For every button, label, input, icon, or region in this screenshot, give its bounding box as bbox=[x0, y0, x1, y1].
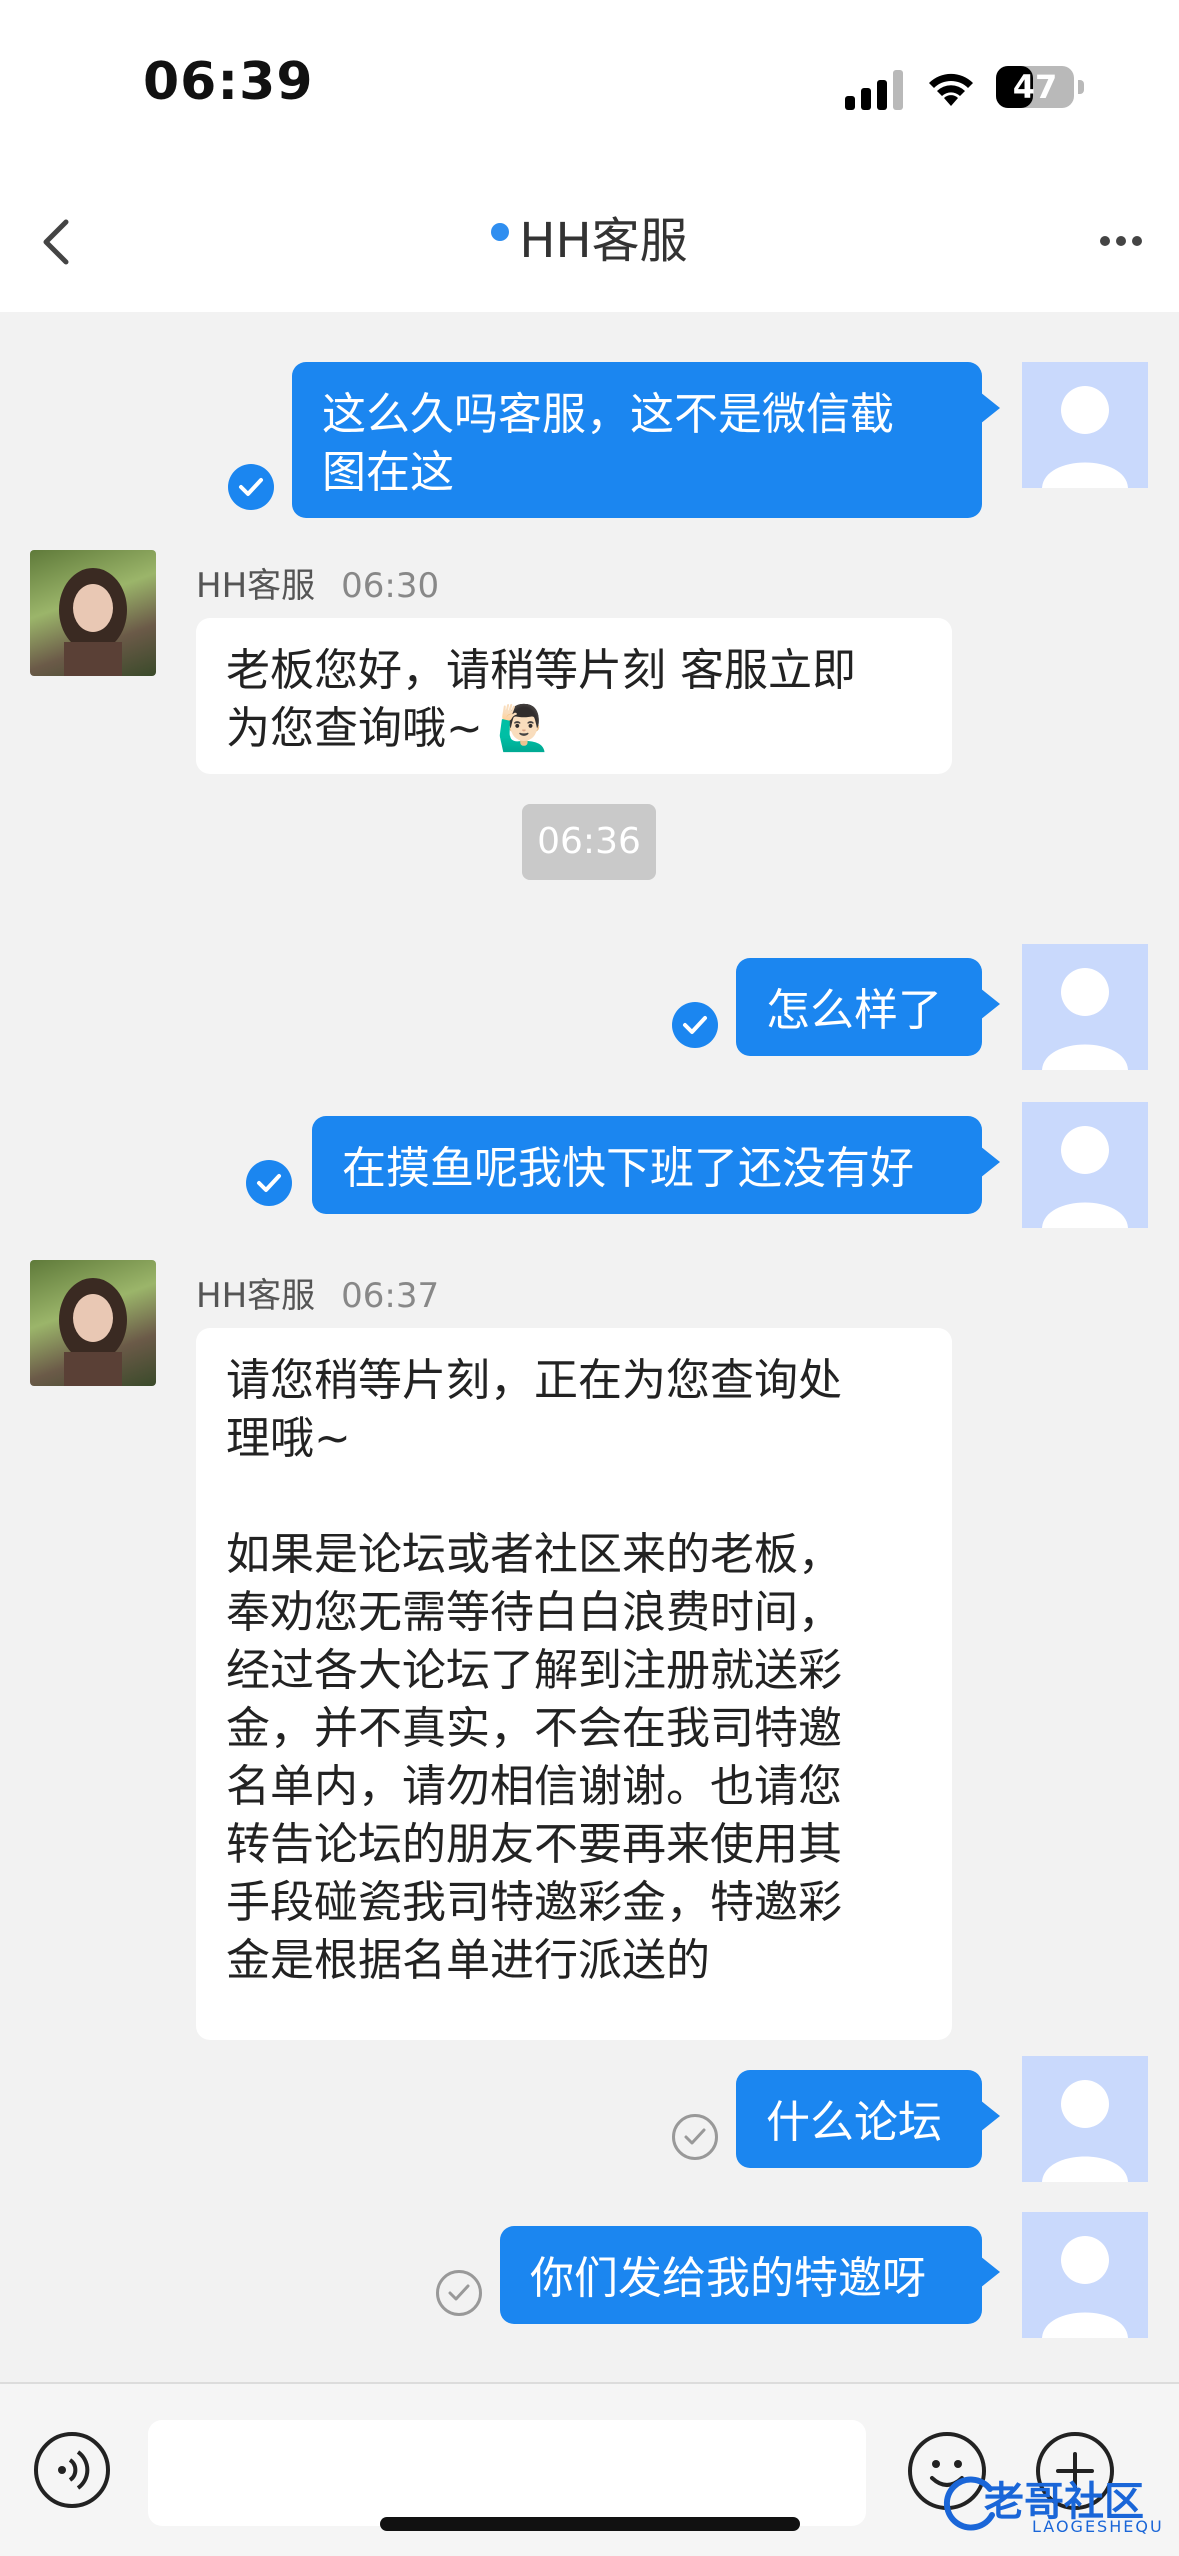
watermark-subtext: LAOGESHEQU bbox=[1032, 2517, 1164, 2536]
watermark-logo: 老哥社区 LAOGESHEQU bbox=[940, 2465, 1170, 2543]
message-outgoing: 这么久吗客服，这不是微信截 图在这 bbox=[0, 312, 1179, 518]
user-avatar[interactable] bbox=[1022, 944, 1148, 1070]
status-bar: 06:39 47 bbox=[0, 0, 1179, 170]
wifi-icon bbox=[929, 73, 973, 106]
battery-icon: 47 bbox=[996, 66, 1074, 108]
agent-avatar[interactable] bbox=[30, 1260, 156, 1386]
sender-name: HH客服 bbox=[196, 1276, 316, 1316]
battery-tip bbox=[1078, 80, 1084, 94]
sent-receipt-icon bbox=[672, 2114, 718, 2160]
message-time: 06:30 bbox=[341, 566, 440, 606]
status-time: 06:39 bbox=[143, 52, 314, 112]
message-time: 06:37 bbox=[341, 1276, 440, 1316]
time-separator: 06:36 bbox=[522, 804, 656, 880]
read-receipt-icon bbox=[228, 464, 274, 510]
message-list[interactable]: 这么久吗客服，这不是微信截 图在这 HH客服 06:30 老板您好，请稍等片刻 客… bbox=[0, 312, 1179, 2382]
message-bubble[interactable]: 什么论坛 bbox=[736, 2070, 1000, 2168]
user-avatar[interactable] bbox=[1022, 1102, 1148, 1228]
message-bubble[interactable]: 怎么样了 bbox=[736, 958, 1000, 1056]
chat-header: HH客服 bbox=[0, 170, 1179, 312]
chat-title-text: HH客服 bbox=[519, 213, 688, 269]
cellular-signal-icon bbox=[845, 70, 903, 110]
user-avatar[interactable] bbox=[1022, 2212, 1148, 2338]
message-input[interactable] bbox=[148, 2420, 866, 2526]
user-avatar[interactable] bbox=[1022, 2056, 1148, 2182]
sender-meta: HH客服 06:30 bbox=[196, 558, 439, 607]
message-bubble[interactable]: 你们发给我的特邀呀 bbox=[500, 2226, 1000, 2324]
read-receipt-icon bbox=[246, 1160, 292, 1206]
sender-name: HH客服 bbox=[196, 566, 316, 606]
battery-percent: 47 bbox=[1012, 68, 1058, 106]
user-avatar[interactable] bbox=[1022, 362, 1148, 488]
read-receipt-icon bbox=[672, 1002, 718, 1048]
home-indicator[interactable] bbox=[380, 2517, 800, 2531]
message-bubble[interactable]: 老板您好，请稍等片刻 客服立即 为您查询哦~ 🙋🏻‍♂️ bbox=[196, 618, 952, 774]
online-status-dot bbox=[491, 223, 510, 241]
more-options-icon[interactable] bbox=[1100, 220, 1146, 260]
message-bubble[interactable]: 请您稍等片刻，正在为您查询处 理哦~ 如果是论坛或者社区来的老板， 奉劝您无需等… bbox=[196, 1328, 952, 2040]
sender-meta: HH客服 06:37 bbox=[196, 1268, 439, 1317]
agent-avatar[interactable] bbox=[30, 550, 156, 676]
message-bubble[interactable]: 这么久吗客服，这不是微信截 图在这 bbox=[292, 362, 1000, 518]
chat-title: HH客服 bbox=[0, 170, 1179, 312]
voice-icon[interactable] bbox=[34, 2432, 110, 2508]
message-bubble[interactable]: 在摸鱼呢我快下班了还没有好 bbox=[312, 1116, 1000, 1214]
sent-receipt-icon bbox=[436, 2270, 482, 2316]
